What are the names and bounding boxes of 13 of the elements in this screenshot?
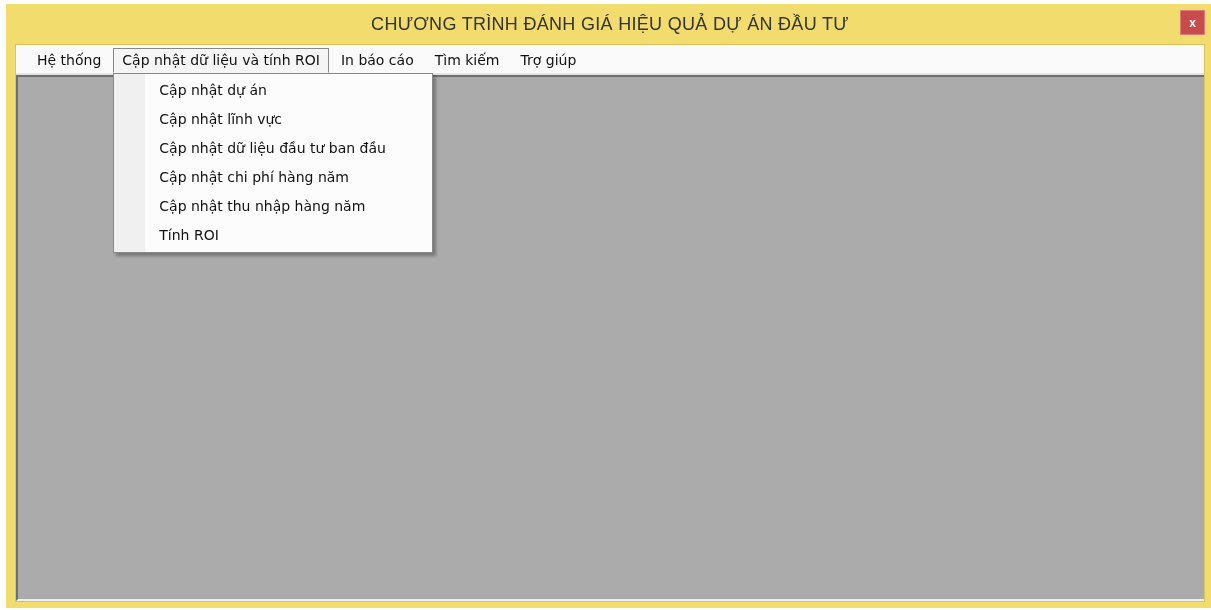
menu-item[interactable]: Tìm kiếm [425, 48, 509, 73]
dropdown-item[interactable]: Cập nhật thu nhập hàng năm [114, 192, 433, 221]
dropdown-item[interactable]: Cập nhật dữ liệu đầu tư ban đầu [114, 134, 433, 163]
menu-item[interactable]: Cập nhật dữ liệu và tính ROI [113, 48, 329, 73]
dropdown-item[interactable]: Cập nhật lĩnh vực [114, 105, 433, 134]
window-title: CHƯƠNG TRÌNH ĐÁNH GIÁ HIỆU QUẢ DỰ ÁN ĐẦU TƯ [371, 13, 849, 35]
menu-item[interactable]: Hệ thống [28, 48, 111, 73]
dropdown-item[interactable]: Cập nhật chi phí hàng năm [114, 163, 433, 192]
close-button[interactable]: x [1180, 10, 1205, 35]
dropdown-item[interactable]: Tính ROI [114, 221, 433, 250]
menu-item[interactable]: In báo cáo [331, 48, 423, 73]
dropdown-item[interactable]: Cập nhật dự án [114, 76, 433, 105]
menu-item[interactable]: Trợ giúp [511, 48, 586, 73]
